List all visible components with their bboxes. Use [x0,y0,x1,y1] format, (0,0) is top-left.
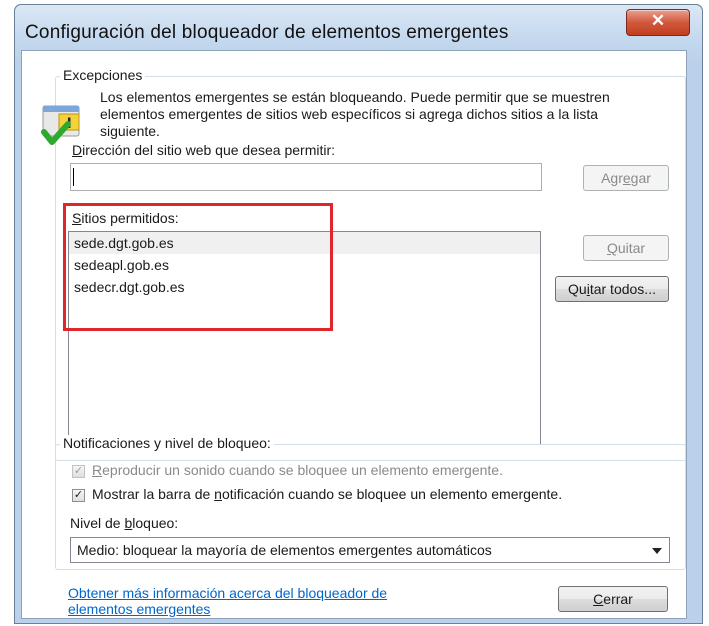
add-button[interactable]: Agregar [583,165,669,191]
more-info-link[interactable]: Obtener más información acerca del bloqu… [68,585,428,617]
text-caret [73,168,74,186]
address-label: Dirección del sitio web que desea permit… [72,142,336,158]
blocking-level-label: Nivel de bloqueo: [70,515,179,531]
play-sound-checkbox[interactable]: ✓ [72,465,85,478]
exceptions-group-label: Excepciones [60,67,146,83]
dialog-body: Excepciones ! Los elementos emergentes s… [21,50,687,619]
show-bar-checkbox[interactable]: ✓ [72,489,85,502]
exceptions-description: Los elementos emergentes se están bloque… [100,89,610,139]
blocking-level-value: Medio: bloquear la mayoría de elementos … [77,542,492,558]
address-input[interactable] [70,163,542,191]
play-sound-label: Reproducir un sonido cuando se bloquee u… [92,462,503,478]
dialog-title: Configuración del bloqueador de elemento… [25,22,509,43]
close-dialog-button[interactable]: Cerrar [558,586,668,612]
blocking-level-select[interactable]: Medio: bloquear la mayoría de elementos … [70,537,670,563]
remove-button[interactable]: Quitar [583,235,669,261]
highlight-annotation-box [63,203,333,331]
close-button[interactable]: ✕ [626,9,690,36]
close-icon: ✕ [650,11,666,30]
remove-all-button[interactable]: Quitar todos... [555,276,669,302]
chevron-down-icon [652,548,662,554]
show-bar-label: Mostrar la barra de notificación cuando … [92,486,563,502]
dialog-window: Configuración del bloqueador de elemento… [14,4,703,624]
notifications-group-label: Notificaciones y nivel de bloqueo: [60,435,274,451]
